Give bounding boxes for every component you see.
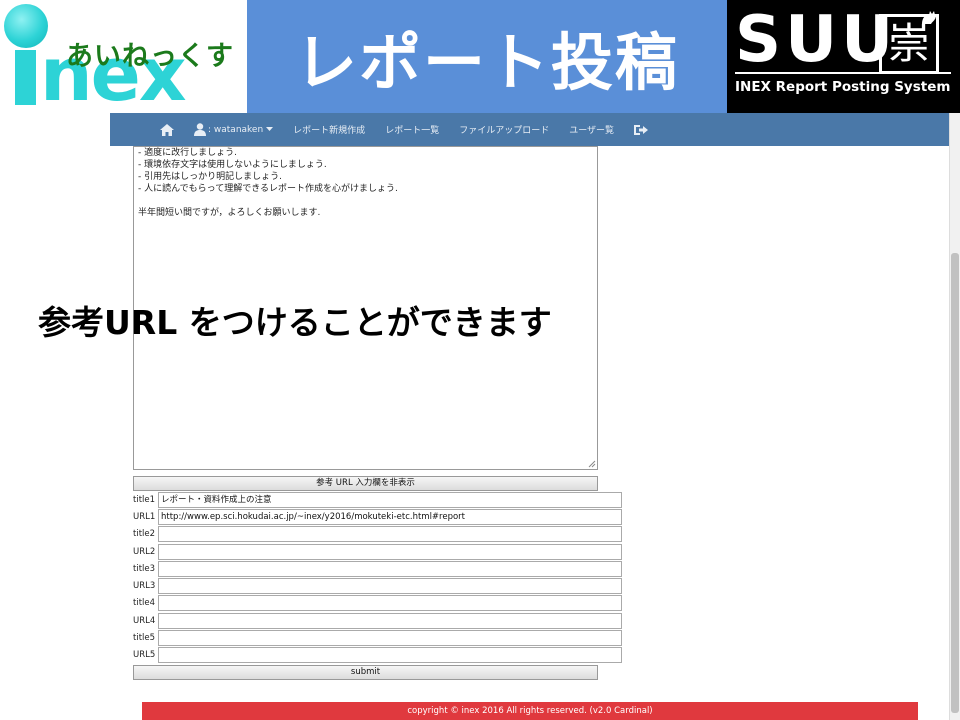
nav-new-report[interactable]: レポート新規作成 — [293, 123, 365, 136]
url2-input[interactable] — [158, 544, 622, 560]
cat-icon — [922, 11, 936, 24]
logo-kana: あいねっくす — [66, 41, 234, 72]
nav-logout[interactable] — [634, 124, 649, 136]
slide-banner: nex あいねっくす レポート投稿 SUU 崇 INEX Report Post… — [0, 0, 960, 113]
ref-row-url4: URL4 — [133, 613, 623, 630]
ref-row-title3: title3 — [133, 561, 623, 578]
title4-input[interactable] — [158, 595, 622, 611]
ref-row-url5: URL5 — [133, 647, 623, 664]
scrollbar-thumb[interactable] — [951, 253, 959, 713]
title3-input[interactable] — [158, 561, 622, 577]
ref-label: URL5 — [133, 650, 156, 660]
ref-label: URL2 — [133, 547, 156, 557]
ref-label: title5 — [133, 633, 156, 643]
nav-user-list[interactable]: ユーザー覧 — [569, 123, 614, 136]
text-line: - 環境依存文字は使用しないようにしましょう. — [138, 160, 327, 170]
submit-button[interactable]: submit — [133, 665, 598, 680]
ref-row-url3: URL3 — [133, 578, 623, 595]
ref-row-url2: URL2 — [133, 544, 623, 561]
caret-down-icon — [266, 127, 274, 131]
url3-input[interactable] — [158, 578, 622, 594]
ref-row-url1: URL1 http://www.ep.sci.hokudai.ac.jp/~in… — [133, 509, 623, 526]
nav-file-upload[interactable]: ファイルアップロード — [459, 123, 549, 136]
banner-title: レポート投稿 — [294, 25, 679, 99]
nav-home[interactable] — [160, 123, 174, 136]
url5-input[interactable] — [158, 647, 622, 663]
text-line — [138, 195, 593, 207]
text-line: - 人に読んでもらって理解できるレポート作成を心がけましょう. — [138, 184, 398, 194]
home-icon — [160, 123, 174, 136]
ref-row-title1: title1 レポート・資料作成上の注意 — [133, 492, 623, 509]
ref-row-title4: title4 — [133, 595, 623, 612]
title5-input[interactable] — [158, 630, 622, 646]
text-line: 半年間短い間ですが，よろしくお願いします. — [138, 208, 321, 218]
ref-label: title1 — [133, 495, 156, 505]
title1-input[interactable]: レポート・資料作成上の注意 — [158, 492, 622, 508]
text-line: - 引用先はしっかり明記しましょう. — [138, 172, 282, 182]
top-navbar: : watanaken レポート新規作成 レポート一覧 ファイルアップロード ユ… — [110, 113, 950, 146]
ref-label: URL1 — [133, 512, 156, 522]
logout-icon — [634, 124, 649, 135]
toggle-ref-url-button[interactable]: 参考 URL 入力欄を非表示 — [133, 476, 598, 491]
user-icon — [194, 123, 206, 136]
text-line: - 適度に改行しましょう. — [138, 148, 237, 158]
url4-input[interactable] — [158, 613, 622, 629]
ref-label: title2 — [133, 529, 156, 539]
vertical-scrollbar[interactable] — [949, 113, 960, 720]
ref-label: title4 — [133, 598, 156, 608]
banner-title-box: レポート投稿 — [247, 0, 727, 113]
nav-user-label: : watanaken — [208, 124, 264, 135]
ref-label: title3 — [133, 564, 156, 574]
footer-copyright: copyright © inex 2016 All rights reserve… — [142, 702, 918, 720]
inex-logo: nex あいねっくす — [0, 0, 247, 113]
callout-annotation: 参考URL をつけることができます — [38, 303, 552, 342]
brand-name: SUU — [735, 3, 898, 77]
ref-label: URL3 — [133, 581, 156, 591]
ref-row-title2: title2 — [133, 526, 623, 543]
ref-row-title5: title5 — [133, 630, 623, 647]
brand-divider — [735, 72, 951, 74]
brand-subtitle: INEX Report Posting System — [735, 79, 951, 95]
resize-grip-icon[interactable] — [588, 460, 596, 468]
logo-stem — [15, 50, 36, 105]
title2-input[interactable] — [158, 526, 622, 542]
browser-viewport: : watanaken レポート新規作成 レポート一覧 ファイルアップロード ユ… — [110, 113, 950, 720]
nav-report-list[interactable]: レポート一覧 — [385, 123, 439, 136]
nav-user-menu[interactable]: : watanaken — [194, 123, 274, 136]
suu-brand: SUU 崇 INEX Report Posting System — [727, 0, 960, 113]
ref-label: URL4 — [133, 616, 156, 626]
url1-input[interactable]: http://www.ep.sci.hokudai.ac.jp/~inex/y2… — [158, 509, 622, 525]
